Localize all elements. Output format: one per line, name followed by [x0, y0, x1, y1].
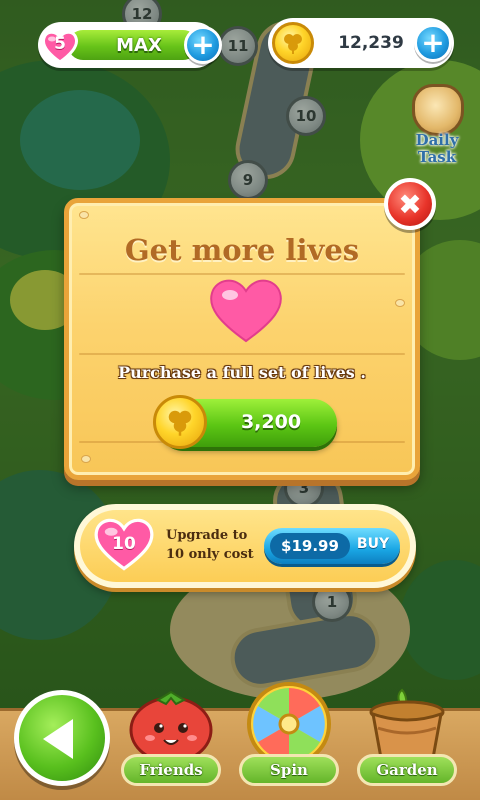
- seed-bag-icon: [412, 84, 464, 136]
- upgrade-text-line2: 10 only cost: [166, 547, 254, 562]
- upgrade-lives-banner: 10 Upgrade to 10 only cost $19.99 BUY: [74, 504, 416, 588]
- buy-upgrade-button[interactable]: $19.99 BUY: [264, 528, 400, 564]
- flower-pot-icon: [369, 688, 445, 764]
- nail-icon: [395, 299, 405, 307]
- dialog-title: Get more lives: [124, 233, 360, 267]
- daily-task-button[interactable]: Daily Task: [398, 82, 476, 178]
- upgrade-lives-count: 10: [112, 534, 136, 554]
- daily-task-label-line2: Task: [417, 148, 457, 166]
- nav-friends-label: Friends: [121, 754, 221, 786]
- plus-icon: +: [191, 28, 215, 61]
- coins-value: 12,239: [338, 33, 404, 53]
- wood-plank-line: [79, 353, 405, 355]
- nav-friends[interactable]: Friends: [116, 680, 226, 796]
- lives-label: MAX: [116, 35, 162, 56]
- dialog-description: Purchase a full set of lives .: [118, 363, 366, 382]
- back-button[interactable]: [14, 690, 110, 786]
- add-coins-button[interactable]: +: [414, 24, 452, 62]
- get-lives-dialog: Get more lives Purchase a full set of li…: [64, 198, 420, 480]
- nail-icon: [79, 211, 89, 219]
- nav-spin-label: Spin: [239, 754, 339, 786]
- plus-icon: +: [421, 26, 445, 59]
- nail-icon: [81, 455, 91, 463]
- coin-price: 3,200: [240, 411, 302, 433]
- add-lives-button[interactable]: +: [184, 26, 222, 64]
- upgrade-text: Upgrade to 10 only cost: [166, 526, 276, 564]
- heart-icon: 5: [40, 26, 80, 66]
- clover-coin-icon: [272, 22, 314, 64]
- daily-task-label: Daily Task: [398, 132, 476, 166]
- upgrade-price: $19.99: [270, 533, 350, 559]
- buy-lives-button[interactable]: 3,200: [153, 395, 337, 449]
- upgrade-text-line1: Upgrade to: [166, 528, 248, 543]
- nav-spin[interactable]: Spin: [234, 680, 344, 796]
- tomato-friend-icon: [129, 690, 213, 764]
- lives-count: 5: [54, 34, 66, 54]
- daily-task-label-line1: Daily: [415, 131, 459, 149]
- clover-coin-icon: [153, 395, 207, 449]
- buy-label: BUY: [356, 536, 390, 552]
- heart-icon: [206, 273, 286, 345]
- nav-garden-label: Garden: [357, 754, 457, 786]
- nav-garden[interactable]: Garden: [352, 680, 462, 796]
- back-arrow-icon: [43, 719, 73, 759]
- close-dialog-button[interactable]: ✖: [384, 178, 436, 230]
- close-icon: ✖: [398, 187, 422, 221]
